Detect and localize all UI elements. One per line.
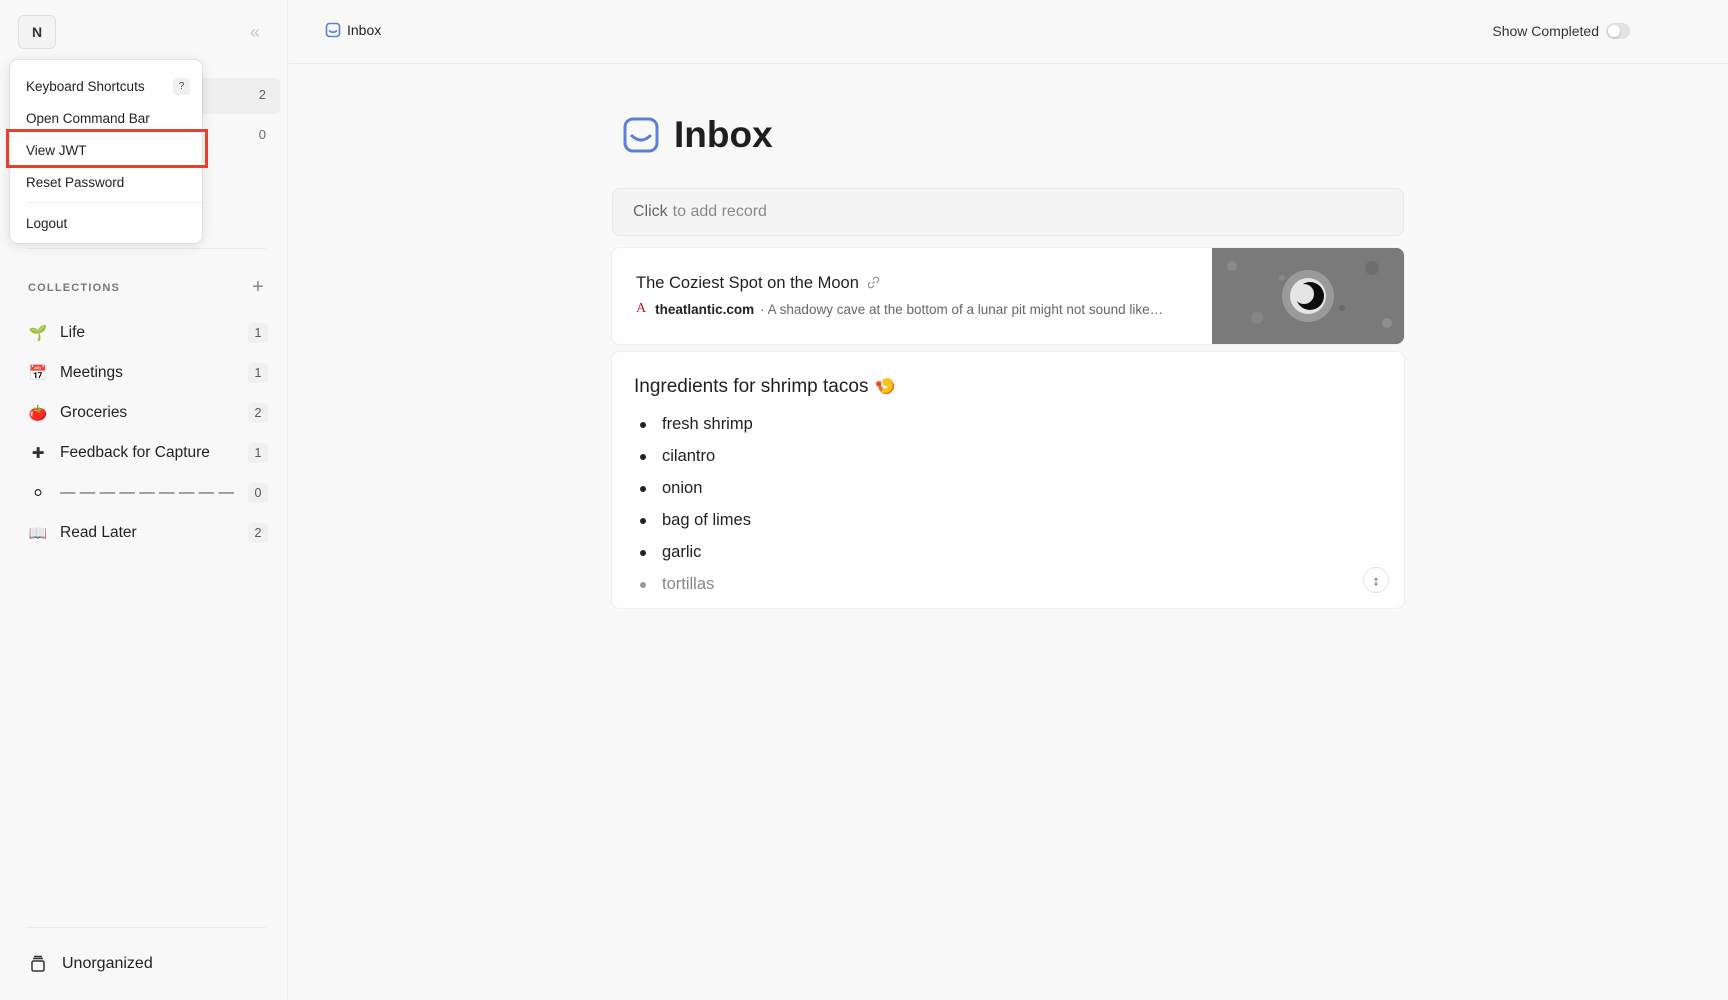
shrimp-icon: 🍤 (874, 377, 896, 396)
menu-item-label: Open Command Bar (26, 110, 150, 126)
breadcrumb[interactable]: Inbox (325, 22, 381, 38)
collection-label: Feedback for Capture (60, 444, 210, 461)
menu-item-label: Reset Password (26, 174, 125, 190)
collection-label: Read Later (60, 524, 137, 541)
site-favicon: A (636, 301, 647, 316)
collection-item-life[interactable]: 🌱 Life 1 (20, 313, 276, 353)
link-meta: A theatlantic.com · A shadowy cave at th… (636, 301, 1163, 317)
page-title: Inbox (674, 114, 773, 155)
list-item: tortillas (634, 568, 753, 600)
sidebar-divider (26, 927, 266, 928)
menu-item-reset-password[interactable]: Reset Password (10, 166, 202, 198)
link-excerpt: · A shadowy cave at the bottom of a luna… (760, 301, 1164, 317)
menu-item-logout[interactable]: Logout (10, 207, 202, 239)
collection-item-divider[interactable]: ⚪ — — — — — — — — — 0 (20, 473, 276, 513)
add-record-input[interactable]: Click to add record (612, 188, 1404, 236)
collection-count: 2 (248, 403, 268, 423)
sidebar-item-unorganized[interactable]: Unorganized (28, 952, 153, 976)
link-title-text: The Coziest Spot on the Moon (636, 274, 859, 292)
avatar-initial: N (31, 24, 43, 40)
collection-item-meetings[interactable]: 📅 Meetings 1 (20, 353, 276, 393)
collection-label: — — — — — — — — — (60, 484, 234, 501)
link-record-card[interactable]: The Coziest Spot on the Moon A theatlant… (612, 248, 1404, 344)
collection-item-feedback[interactable]: ✚ Feedback for Capture 1 (20, 433, 276, 473)
list-item: cilantro (634, 440, 753, 472)
tomato-icon: 🍅 (28, 405, 48, 422)
collection-count: 0 (248, 483, 268, 503)
calendar-icon: 📅 (28, 365, 48, 382)
breadcrumb-label: Inbox (347, 22, 382, 38)
seedling-icon: 🌱 (28, 325, 48, 342)
expand-icon[interactable]: ↕ (1364, 568, 1388, 592)
ingredient-list: fresh shrimp cilantro onion bag of limes… (634, 408, 753, 600)
note-title-text: Ingredients for shrimp tacos (634, 376, 869, 397)
unorganized-label: Unorganized (62, 955, 153, 972)
link-icon[interactable] (867, 276, 880, 292)
menu-item-open-command-bar[interactable]: Open Command Bar (10, 102, 202, 134)
collection-item-groceries[interactable]: 🍅 Groceries 2 (20, 393, 276, 433)
menu-item-label: Keyboard Shortcuts (26, 78, 145, 94)
collapse-sidebar-icon[interactable]: « (242, 20, 268, 44)
show-completed-label: Show Completed (1492, 23, 1599, 39)
collection-item-read-later[interactable]: 📖 Read Later 2 (20, 513, 276, 553)
collection-count: 1 (248, 323, 268, 343)
book-icon: 📖 (28, 525, 48, 542)
menu-item-label: View JWT (26, 142, 87, 158)
account-menu: Keyboard Shortcuts ? Open Command Bar Vi… (10, 60, 202, 243)
collection-label: Groceries (60, 404, 128, 421)
plus-icon: ✚ (31, 445, 45, 462)
page-header: Inbox (622, 114, 773, 156)
link-title[interactable]: The Coziest Spot on the Moon (636, 274, 880, 293)
menu-item-view-jwt[interactable]: View JWT (10, 134, 202, 166)
collection-count: 1 (248, 443, 268, 463)
collection-label: Life (60, 324, 85, 341)
menu-divider (26, 202, 202, 203)
note-title: Ingredients for shrimp tacos 🍤 (634, 376, 896, 398)
list-item: bag of limes (634, 504, 753, 536)
menu-item-keyboard-shortcuts[interactable]: Keyboard Shortcuts ? (10, 70, 202, 102)
link-domain: theatlantic.com (655, 301, 755, 317)
list-item: fresh shrimp (634, 408, 753, 440)
inbox-count: 2 (258, 87, 266, 102)
add-record-placeholder: to add record (672, 203, 767, 220)
note-record-card[interactable]: Ingredients for shrimp tacos 🍤 fresh shr… (612, 352, 1404, 608)
show-completed-toggle[interactable] (1606, 23, 1630, 39)
top-bar: Inbox Show Completed (289, 0, 1728, 64)
shortcut-key-badge: ? (173, 78, 190, 95)
add-collection-icon[interactable]: + (248, 277, 268, 298)
list-item: onion (634, 472, 753, 504)
link-thumbnail-image (1212, 248, 1404, 344)
collection-count: 1 (248, 363, 268, 383)
stack-icon (28, 954, 48, 974)
inbox-icon (623, 117, 659, 153)
collection-count: 2 (248, 523, 268, 543)
sidebar-divider (26, 248, 266, 249)
circle-icon: ⚪ (31, 485, 45, 502)
list-item: garlic (634, 536, 753, 568)
collection-label: Meetings (60, 364, 123, 381)
collections-list: 🌱 Life 1 📅 Meetings 1 🍅 Groceries 2 ✚ Fe… (20, 313, 276, 553)
add-record-bold: Click (633, 203, 668, 220)
account-avatar-button[interactable]: N (18, 15, 56, 49)
collections-heading: COLLECTIONS (28, 282, 121, 294)
menu-item-label: Logout (26, 215, 68, 231)
inbox-icon (325, 22, 341, 38)
nav-count: 0 (258, 127, 266, 142)
